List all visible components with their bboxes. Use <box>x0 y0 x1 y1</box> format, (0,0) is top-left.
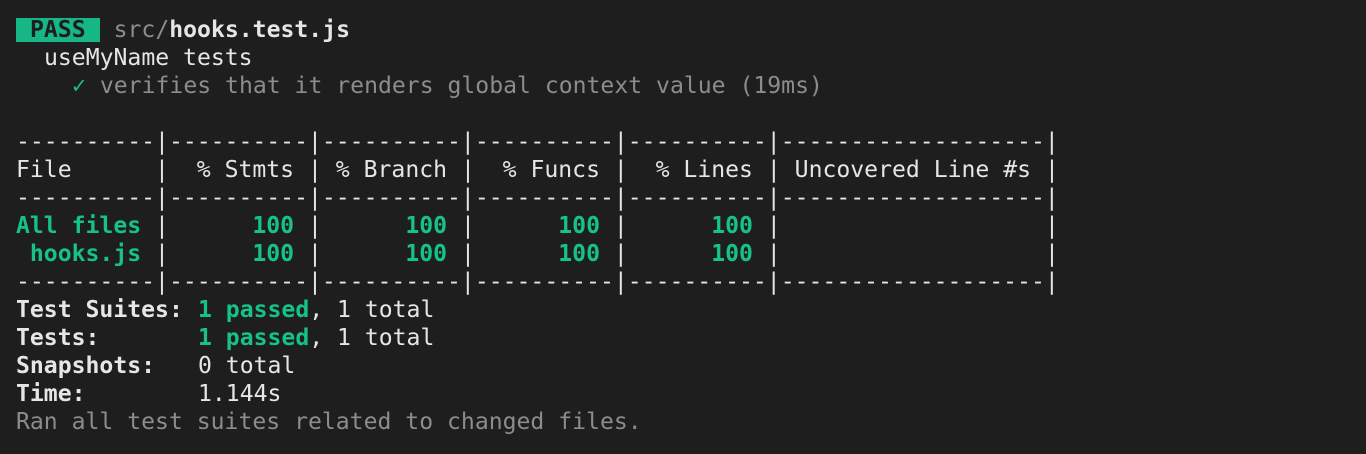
coverage-table: ----------|----------|----------|-------… <box>16 128 1366 296</box>
row-uncovered <box>781 241 1045 267</box>
row-stmts: 100 <box>168 213 308 239</box>
tests-label: Tests: <box>16 325 100 351</box>
summary-time: Time: 1.144s <box>16 380 1366 408</box>
snapshots-value: 0 total <box>198 353 296 379</box>
table-row: All files | 100 | 100 | 100 | 100 | | <box>16 213 1059 239</box>
snapshots-label: Snapshots: <box>16 353 156 379</box>
row-lines: 100 <box>627 213 767 239</box>
test-suites-passed: 1 passed <box>198 297 310 323</box>
row-lines: 100 <box>627 241 767 267</box>
summary-test-suites: Test Suites: 1 passed, 1 total <box>16 296 1366 324</box>
terminal-output: PASS src/hooks.test.js useMyName tests ✓ v… <box>0 0 1366 436</box>
summary-footer: Ran all test suites related to changed f… <box>16 409 642 435</box>
summary-snapshots: Snapshots: 0 total <box>16 352 1366 380</box>
test-suites-label: Test Suites: <box>16 297 183 323</box>
row-funcs: 100 <box>474 241 614 267</box>
header-stmts: % Stmts <box>168 157 308 183</box>
file-name: hooks.test.js <box>169 17 350 43</box>
row-branch: 100 <box>321 241 461 267</box>
test-result-item: ✓ verifies that it renders global context… <box>16 72 1366 100</box>
header-lines: % Lines <box>627 157 767 183</box>
suite-name: useMyName tests <box>44 45 253 71</box>
table-separator: ----------|----------|----------|-------… <box>16 185 1059 211</box>
table-separator-top: ----------|----------|----------|-------… <box>16 129 1059 155</box>
row-funcs: 100 <box>474 213 614 239</box>
test-label: verifies that it renders global context … <box>99 73 823 99</box>
header-uncovered: Uncovered Line #s <box>780 157 1045 183</box>
table-row: hooks.js | 100 | 100 | 100 | 100 | | <box>16 241 1059 267</box>
header-branch: % Branch <box>321 157 461 183</box>
row-stmts: 100 <box>168 241 308 267</box>
time-value: 1.144s <box>198 381 282 407</box>
check-icon: ✓ <box>72 73 86 99</box>
test-suites-total: , 1 total <box>309 297 435 323</box>
tests-total: , 1 total <box>309 325 435 351</box>
test-file-header: PASS src/hooks.test.js <box>16 16 1366 44</box>
tests-passed: 1 passed <box>198 325 310 351</box>
pass-status-badge: PASS <box>16 18 100 42</box>
table-header-row: File | % Stmts | % Branch | % Funcs | % … <box>16 157 1059 183</box>
header-funcs: % Funcs <box>474 157 614 183</box>
file-dir: src/ <box>113 17 170 43</box>
row-file: All files <box>16 213 156 239</box>
summary-tests: Tests: 1 passed, 1 total <box>16 324 1366 352</box>
header-file: File <box>16 157 156 183</box>
table-separator-bottom: ----------|----------|----------|-------… <box>16 269 1059 295</box>
time-label: Time: <box>16 381 86 407</box>
row-file: hooks.js <box>16 241 156 267</box>
row-uncovered <box>781 213 1045 239</box>
row-branch: 100 <box>321 213 461 239</box>
